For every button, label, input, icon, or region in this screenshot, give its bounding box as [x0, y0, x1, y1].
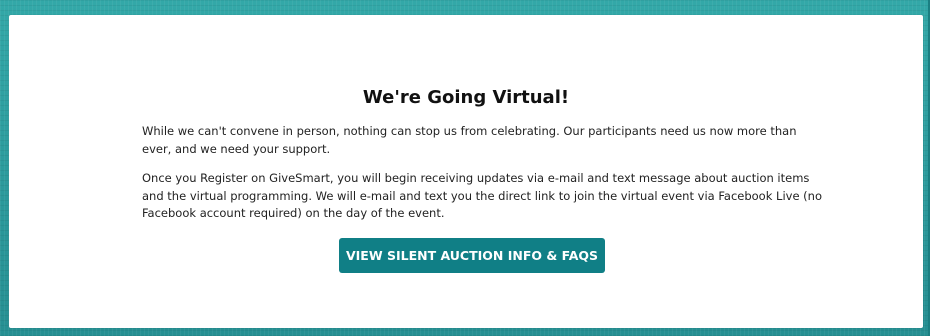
view-silent-auction-button[interactable]: VIEW SILENT AUCTION INFO & FAQS: [339, 238, 605, 273]
announcement-paragraph-1: While we can't convene in person, nothin…: [142, 124, 797, 156]
announcement-title: We're Going Virtual!: [362, 87, 570, 108]
announcement-paragraph-2: Once you Register on GiveSmart, you will…: [142, 171, 822, 220]
announcement-card: We're Going Virtual! While we can't conv…: [9, 15, 923, 328]
